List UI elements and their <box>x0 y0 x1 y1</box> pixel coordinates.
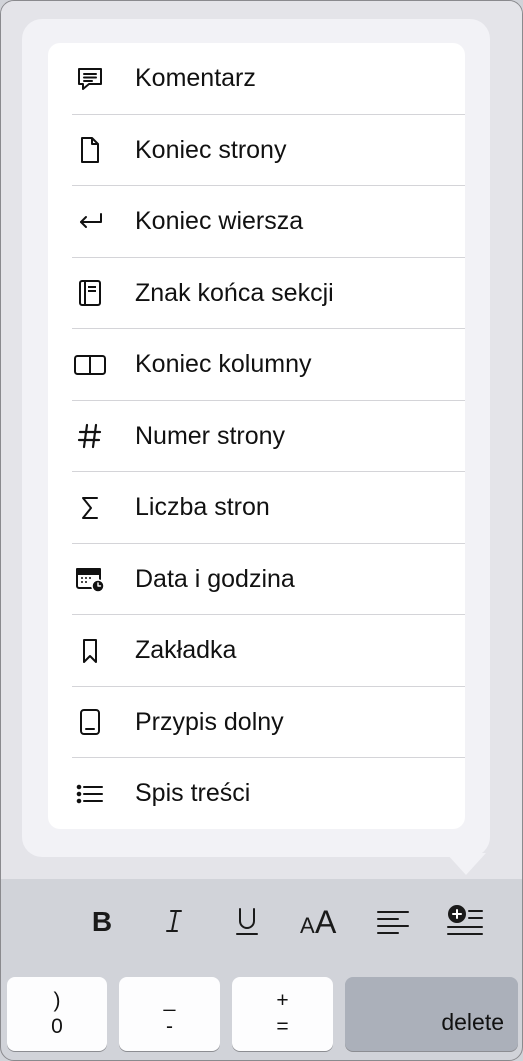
menu-item-page-number[interactable]: Numer strony <box>48 401 465 472</box>
menu-item-label: Numer strony <box>135 421 286 450</box>
key-bottom-label: 0 <box>51 1015 63 1038</box>
line-break-icon <box>72 204 108 240</box>
menu-item-date-time[interactable]: Data i godzina <box>48 544 465 615</box>
page-break-icon <box>72 132 108 168</box>
key-equals[interactable]: + = <box>232 977 333 1051</box>
svg-text:B: B <box>92 906 112 936</box>
menu-item-page-break[interactable]: Koniec strony <box>48 115 465 186</box>
font-size-button[interactable]: AA <box>290 879 350 967</box>
underline-button[interactable] <box>217 879 277 967</box>
menu-item-table-of-contents[interactable]: Spis treści <box>48 758 465 829</box>
sigma-icon <box>72 490 108 526</box>
list-icon <box>72 776 108 812</box>
menu-item-label: Przypis dolny <box>135 707 284 736</box>
menu-item-label: Znak końca sekcji <box>135 278 334 307</box>
svg-text:A: A <box>315 905 337 937</box>
menu-item-label: Koniec kolumny <box>135 350 312 379</box>
delete-key-label: delete <box>441 1009 504 1035</box>
menu-item-page-count[interactable]: Liczba stron <box>48 472 465 544</box>
insert-button[interactable] <box>435 879 495 967</box>
format-toolbar: B AA <box>1 879 522 967</box>
insert-icon <box>445 904 485 943</box>
menu-item-label: Data i godzina <box>135 564 295 593</box>
screen: Komentarz Koniec strony Koniec wiersza Z… <box>0 0 523 1061</box>
key-zero[interactable]: ) 0 <box>7 977 107 1051</box>
italic-icon <box>159 906 189 941</box>
menu-item-section-break[interactable]: Znak końca sekcji <box>48 258 465 329</box>
menu-item-label: Koniec strony <box>135 135 287 164</box>
menu-item-comment[interactable]: Komentarz <box>48 43 465 115</box>
menu-item-footnote[interactable]: Przypis dolny <box>48 687 465 758</box>
align-button[interactable] <box>363 879 423 967</box>
italic-button[interactable] <box>144 879 204 967</box>
font-size-icon: AA <box>298 904 342 942</box>
delete-key[interactable]: delete <box>345 977 518 1051</box>
key-top-label: ) <box>53 989 61 1012</box>
menu-item-label: Koniec wiersza <box>135 207 304 236</box>
calendar-clock-icon <box>72 561 108 597</box>
key-top-label: + <box>276 989 289 1012</box>
insert-menu: Komentarz Koniec strony Koniec wiersza Z… <box>48 43 465 829</box>
menu-item-label: Zakładka <box>135 636 237 665</box>
menu-item-bookmark[interactable]: Zakładka <box>48 615 465 687</box>
comment-icon <box>72 61 108 97</box>
menu-item-label: Liczba stron <box>135 493 270 522</box>
svg-text:A: A <box>300 913 315 937</box>
menu-item-column-break[interactable]: Koniec kolumny <box>48 329 465 401</box>
align-left-icon <box>375 906 411 941</box>
key-minus[interactable]: _ - <box>119 977 220 1051</box>
menu-item-label: Komentarz <box>135 64 256 93</box>
column-break-icon <box>72 347 108 383</box>
bookmark-icon <box>72 633 108 669</box>
key-bottom-label: - <box>166 1015 173 1038</box>
menu-item-label: Spis treści <box>135 779 251 808</box>
hash-icon <box>72 418 108 454</box>
underline-icon <box>232 905 262 942</box>
bold-icon: B <box>87 906 117 941</box>
popover-arrow <box>446 853 486 875</box>
keyboard-row: ) 0 _ - + = delete <box>1 967 522 1060</box>
menu-item-line-break[interactable]: Koniec wiersza <box>48 186 465 258</box>
section-break-icon <box>72 275 108 311</box>
key-bottom-label: = <box>276 1015 289 1038</box>
footnote-icon <box>72 704 108 740</box>
key-top-label: _ <box>163 989 176 1012</box>
bold-button[interactable]: B <box>72 879 132 967</box>
